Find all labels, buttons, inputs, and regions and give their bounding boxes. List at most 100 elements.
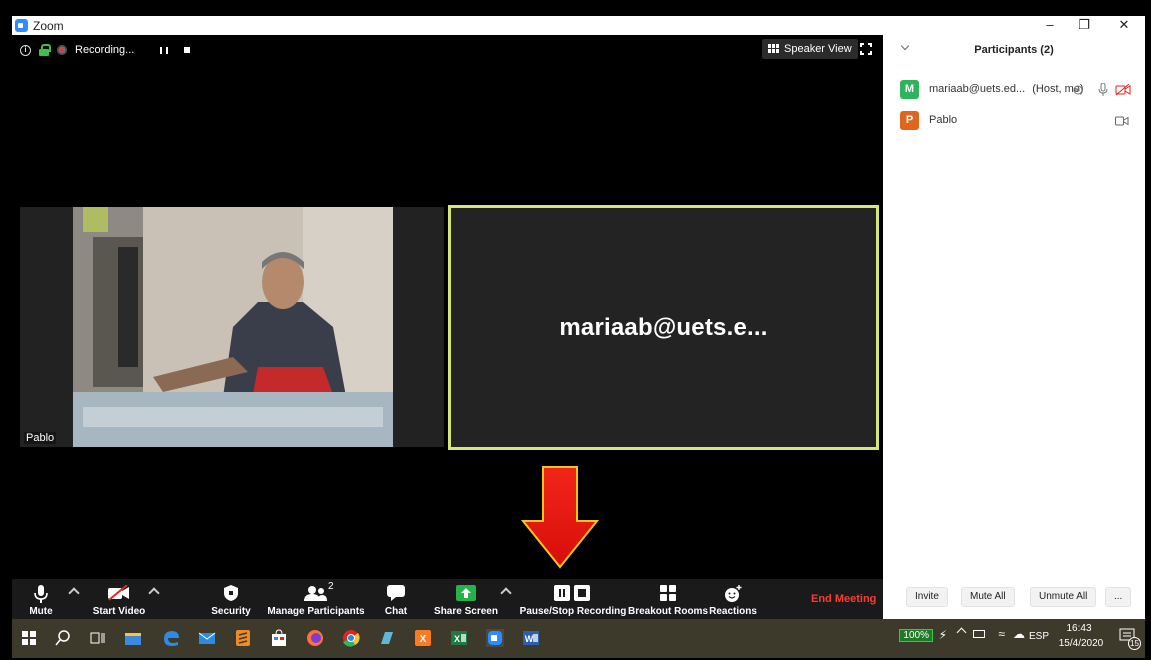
edge-icon[interactable]: [160, 627, 182, 649]
title-bar: Zoom – ❐ ✕: [12, 16, 1145, 35]
close-button[interactable]: ✕: [1107, 16, 1141, 35]
meeting-area: i Recording... Speaker View Pablo mariaa…: [12, 35, 883, 579]
search-icon[interactable]: [52, 627, 74, 649]
notification-count-badge: 15: [1128, 637, 1141, 650]
reactions-button[interactable]: Reactions: [708, 579, 758, 619]
input-language[interactable]: ESP: [1029, 631, 1049, 642]
windows-start-icon[interactable]: [18, 627, 40, 649]
speaker-view-label: Speaker View: [784, 43, 852, 55]
participant-name: mariaab@uets.ed... (Host, me): [929, 83, 1084, 95]
clock-date[interactable]: 15/4/2020: [1053, 638, 1109, 649]
battery-icon[interactable]: [973, 630, 985, 638]
breakout-rooms-icon: [660, 585, 676, 601]
battery-percentage[interactable]: 100%: [899, 629, 933, 642]
participants-icon: [304, 586, 327, 601]
participant-display-name: mariaab@uets.e...: [559, 314, 768, 341]
mute-all-button[interactable]: Mute All: [961, 587, 1015, 607]
pause-stop-recording-label: Pause/Stop Recording: [519, 606, 627, 617]
unmute-all-button[interactable]: Unmute All: [1030, 587, 1097, 607]
start-video-button[interactable]: Start Video: [84, 579, 154, 619]
participants-title: Participants (2): [974, 44, 1054, 56]
zoom-taskbar-icon[interactable]: [484, 627, 506, 649]
meeting-toolbar: Mute Start Video Security 2 Manage Parti…: [12, 579, 883, 619]
recording-icon: [57, 45, 67, 55]
recording-indicator-icon: [1073, 85, 1083, 95]
video-icon[interactable]: [1115, 116, 1129, 126]
store-icon[interactable]: [268, 627, 290, 649]
share-screen-button[interactable]: Share Screen: [430, 579, 502, 619]
zoom-logo-icon: [15, 19, 28, 32]
video-off-icon: [108, 585, 129, 601]
mail-icon[interactable]: [196, 627, 218, 649]
speaker-view-button[interactable]: Speaker View: [762, 39, 858, 59]
share-options-chevron-icon[interactable]: [500, 587, 512, 599]
reactions-label: Reactions: [709, 606, 757, 617]
file-explorer-icon[interactable]: [122, 627, 144, 649]
wifi-icon[interactable]: ≈: [998, 627, 1005, 641]
start-video-label: Start Video: [92, 606, 146, 617]
pause-recording-icon[interactable]: [160, 46, 169, 54]
task-view-icon[interactable]: [86, 627, 108, 649]
svg-text:W: W: [525, 634, 534, 644]
excel-icon[interactable]: X: [448, 627, 470, 649]
notes-app-icon[interactable]: [376, 627, 398, 649]
security-button[interactable]: Security: [206, 579, 256, 619]
invite-button[interactable]: Invite: [906, 587, 948, 607]
recording-status: Recording...: [75, 44, 135, 56]
window-title: Zoom: [33, 19, 64, 33]
participant-name-label: Pablo: [24, 432, 57, 444]
participant-video: [73, 207, 393, 447]
sublime-icon[interactable]: [232, 627, 254, 649]
participant-count-badge: 2: [328, 581, 334, 592]
more-options-button[interactable]: ...: [1105, 587, 1132, 607]
video-tile-mariaab[interactable]: mariaab@uets.e...: [448, 205, 879, 450]
share-screen-label: Share Screen: [434, 606, 498, 617]
reactions-icon: [725, 585, 742, 602]
clock-time[interactable]: 16:43: [1055, 623, 1103, 634]
breakout-rooms-button[interactable]: Breakout Rooms: [628, 579, 708, 619]
restore-button[interactable]: ❐: [1067, 16, 1101, 35]
microphone-icon[interactable]: [1098, 83, 1108, 97]
windows-taskbar: X X W 100% ⚡ ≈ ☁ ESP 16:43 15/4/2020 15: [12, 619, 1145, 658]
xampp-icon[interactable]: X: [412, 627, 434, 649]
chrome-icon[interactable]: [340, 627, 362, 649]
annotation-arrow-icon: [521, 466, 599, 569]
breakout-rooms-label: Breakout Rooms: [628, 606, 709, 617]
mute-label: Mute: [29, 606, 53, 617]
fullscreen-icon[interactable]: [860, 43, 872, 55]
participant-name: Pablo: [929, 114, 958, 126]
end-meeting-button[interactable]: End Meeting: [811, 593, 876, 605]
lock-icon[interactable]: [39, 44, 51, 56]
onedrive-cloud-icon[interactable]: ☁: [1013, 627, 1025, 641]
manage-participants-button[interactable]: 2 Manage Participants: [266, 579, 366, 619]
minimize-button[interactable]: –: [1033, 16, 1067, 35]
show-hidden-icons-chevron-icon[interactable]: [956, 627, 967, 638]
manage-participants-label: Manage Participants: [267, 606, 365, 617]
mute-button[interactable]: Mute: [18, 579, 64, 619]
video-tile-pablo[interactable]: Pablo: [20, 207, 444, 447]
svg-text:X: X: [420, 634, 427, 645]
power-plug-icon[interactable]: ⚡: [939, 628, 947, 642]
info-icon[interactable]: i: [20, 44, 31, 56]
avatar: M: [900, 80, 919, 99]
participants-panel: Participants (2) M mariaab@uets.ed... (H…: [883, 35, 1145, 619]
microphone-icon: [34, 585, 48, 603]
screen: Zoom – ❐ ✕ i Recording... Speaker View P…: [0, 0, 1151, 660]
chat-icon: [387, 585, 405, 601]
participant-row[interactable]: M mariaab@uets.ed... (Host, me): [883, 77, 1145, 107]
participants-panel-header: Participants (2): [883, 35, 1145, 65]
shield-icon: [224, 585, 238, 601]
stop-recording-icon[interactable]: [184, 47, 191, 53]
security-label: Security: [211, 606, 251, 617]
audio-options-chevron-icon[interactable]: [68, 587, 80, 599]
pause-stop-icon: [554, 585, 590, 601]
share-screen-icon: [456, 585, 476, 601]
meeting-info-bar: i Recording...: [20, 42, 191, 58]
word-icon[interactable]: W: [520, 627, 542, 649]
video-off-icon[interactable]: [1115, 84, 1131, 96]
firefox-icon[interactable]: [304, 627, 326, 649]
pause-stop-recording-button[interactable]: Pause/Stop Recording: [518, 579, 628, 619]
zoom-window: Zoom – ❐ ✕ i Recording... Speaker View P…: [12, 16, 1145, 658]
participant-row[interactable]: P Pablo: [883, 108, 1145, 138]
chat-button[interactable]: Chat: [376, 579, 416, 619]
